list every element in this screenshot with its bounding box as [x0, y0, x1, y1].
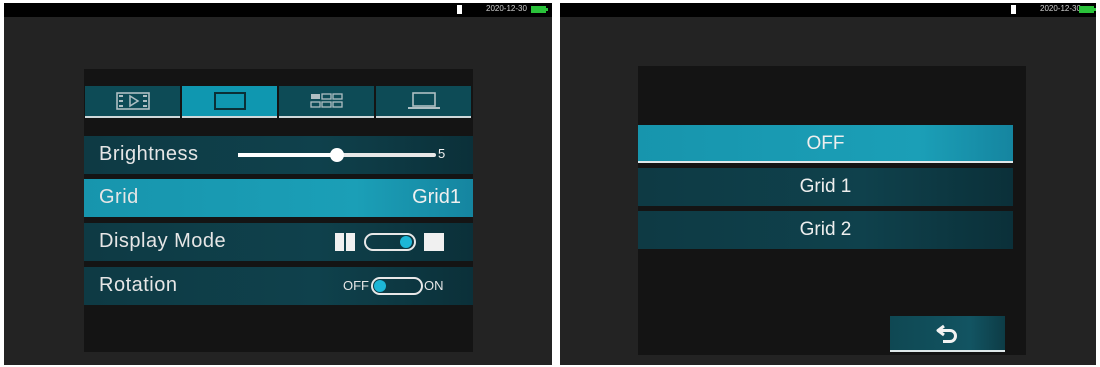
status-date: 2020-12-30: [486, 4, 527, 13]
display-mode-label: Display Mode: [99, 230, 227, 252]
option-grid-1-label: Grid 1: [799, 176, 852, 197]
back-button[interactable]: [890, 316, 1005, 352]
status-bar: 2020-12-30: [560, 3, 1096, 17]
storage-icon: [457, 5, 462, 14]
status-date: 2020-12-30: [1040, 4, 1081, 13]
tab-grid[interactable]: [279, 86, 374, 118]
return-icon: [936, 324, 957, 343]
brightness-row[interactable]: Brightness 5: [84, 136, 473, 174]
rotation-on-label: ON: [424, 278, 444, 293]
laptop-icon: [407, 92, 440, 109]
settings-panel: Brightness 5 Grid Grid1 Display Mode Rot…: [84, 69, 473, 352]
display-mode-toggle[interactable]: [364, 233, 416, 251]
option-grid-2[interactable]: Grid 2: [638, 211, 1013, 249]
grid-options-panel: OFF Grid 1 Grid 2: [638, 66, 1026, 355]
rotation-label: Rotation: [99, 274, 178, 296]
rotation-row[interactable]: Rotation OFF ON: [84, 267, 473, 305]
split-screen-icon: [335, 233, 355, 251]
option-off-label: OFF: [806, 133, 845, 154]
battery-icon: [531, 6, 548, 13]
rotation-off-label: OFF: [343, 278, 369, 293]
brightness-value: 5: [438, 146, 446, 161]
tab-display[interactable]: [182, 86, 277, 118]
tab-laptop[interactable]: [376, 86, 471, 118]
brightness-label: Brightness: [99, 143, 199, 165]
display-mode-row[interactable]: Display Mode: [84, 223, 473, 261]
grid-value: Grid1: [412, 186, 461, 208]
storage-icon: [1011, 5, 1016, 14]
full-screen-icon: [424, 233, 444, 251]
option-grid-1[interactable]: Grid 1: [638, 168, 1013, 206]
battery-icon: [1079, 6, 1096, 13]
brightness-slider-fill: [238, 153, 337, 157]
rotation-toggle-knob: [374, 280, 386, 292]
display-icon: [213, 92, 246, 110]
option-grid-2-label: Grid 2: [799, 219, 852, 240]
brightness-slider[interactable]: [238, 148, 436, 162]
display-mode-toggle-knob: [400, 236, 412, 248]
rotation-toggle[interactable]: [371, 277, 423, 295]
grid-select-screen: 2020-12-30 OFF Grid 1 Grid 2: [560, 3, 1096, 365]
option-off[interactable]: OFF: [638, 125, 1013, 163]
status-bar: 2020-12-30: [4, 3, 552, 17]
grid-label: Grid: [99, 186, 139, 208]
grid-icon: [309, 93, 343, 108]
settings-screen: 2020-12-30 Brightness 5 Grid Grid1 Displ…: [4, 3, 552, 365]
video-icon: [115, 92, 150, 110]
grid-row[interactable]: Grid Grid1: [84, 179, 473, 217]
tab-video[interactable]: [85, 86, 180, 118]
brightness-slider-knob[interactable]: [330, 148, 344, 162]
